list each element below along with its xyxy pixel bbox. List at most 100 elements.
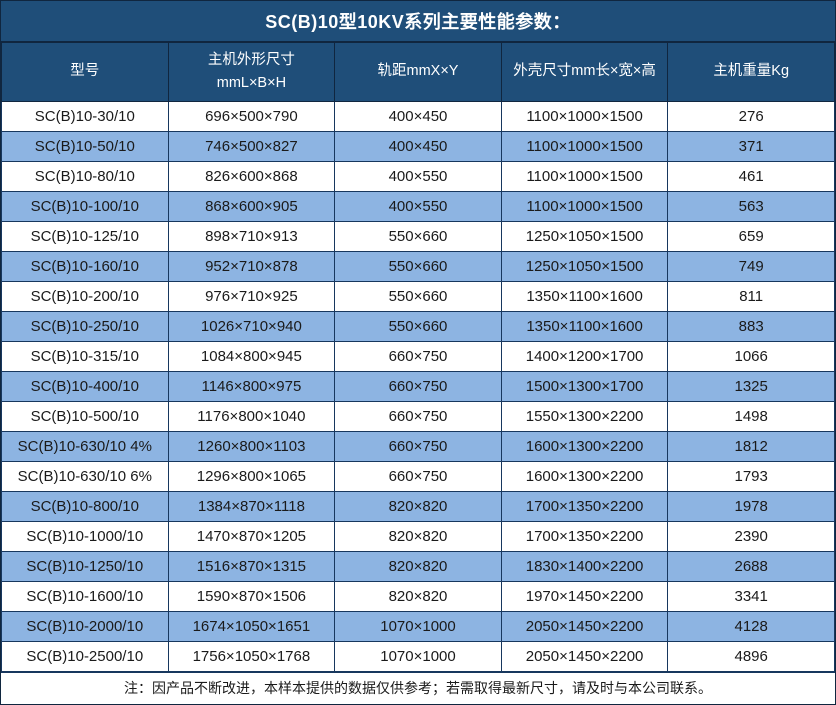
table-row: SC(B)10-200/10 976×710×925 550×660 1350×…	[2, 281, 835, 311]
gauge-cell: 820×820	[335, 581, 502, 611]
table-row: SC(B)10-1250/10 1516×870×1315 820×820 18…	[2, 551, 835, 581]
gauge-cell: 550×660	[335, 311, 502, 341]
weight-cell: 1978	[668, 491, 835, 521]
model-cell: SC(B)10-500/10	[2, 401, 169, 431]
column-header-weight: 主机重量Kg	[668, 43, 835, 101]
weight-cell: 3341	[668, 581, 835, 611]
weight-cell: 1325	[668, 371, 835, 401]
model-cell: SC(B)10-400/10	[2, 371, 169, 401]
column-header-gauge: 轨距mmX×Y	[335, 43, 502, 101]
gauge-cell: 660×750	[335, 431, 502, 461]
weight-cell: 811	[668, 281, 835, 311]
table-row: SC(B)10-630/10 6% 1296×800×1065 660×750 …	[2, 461, 835, 491]
footer-note: 注：因产品不断改进，本样本提供的数据仅供参考；若需取得最新尺寸，请及时与本公司联…	[1, 672, 835, 705]
weight-cell: 659	[668, 221, 835, 251]
dimensions-cell: 1296×800×1065	[168, 461, 335, 491]
model-cell: SC(B)10-2500/10	[2, 641, 169, 671]
dimensions-cell: 952×710×878	[168, 251, 335, 281]
model-cell: SC(B)10-1000/10	[2, 521, 169, 551]
model-cell: SC(B)10-125/10	[2, 221, 169, 251]
model-cell: SC(B)10-30/10	[2, 101, 169, 131]
gauge-cell: 550×660	[335, 251, 502, 281]
model-cell: SC(B)10-800/10	[2, 491, 169, 521]
dimensions-cell: 1176×800×1040	[168, 401, 335, 431]
shell-cell: 1100×1000×1500	[501, 161, 668, 191]
page-title: SC(B)10型10KV系列主要性能参数：	[1, 1, 835, 43]
dimensions-cell: 1146×800×975	[168, 371, 335, 401]
model-cell: SC(B)10-250/10	[2, 311, 169, 341]
model-cell: SC(B)10-630/10 4%	[2, 431, 169, 461]
table-row: SC(B)10-315/10 1084×800×945 660×750 1400…	[2, 341, 835, 371]
weight-cell: 1066	[668, 341, 835, 371]
table-row: SC(B)10-100/10 868×600×905 400×550 1100×…	[2, 191, 835, 221]
table-row: SC(B)10-1600/10 1590×870×1506 820×820 19…	[2, 581, 835, 611]
dimensions-cell: 1756×1050×1768	[168, 641, 335, 671]
shell-cell: 1250×1050×1500	[501, 251, 668, 281]
column-header-dimensions-label: 主机外形尺寸	[169, 49, 335, 72]
shell-cell: 1400×1200×1700	[501, 341, 668, 371]
gauge-cell: 1070×1000	[335, 611, 502, 641]
dimensions-cell: 1084×800×945	[168, 341, 335, 371]
shell-cell: 1600×1300×2200	[501, 461, 668, 491]
shell-cell: 1250×1050×1500	[501, 221, 668, 251]
spec-sheet: SC(B)10型10KV系列主要性能参数： 型号 主机外形尺寸 mmL×B×H …	[0, 0, 836, 705]
column-header-weight-label: 主机重量Kg	[713, 63, 789, 79]
column-header-shell: 外壳尺寸mm长×宽×高	[501, 43, 668, 101]
dimensions-cell: 868×600×905	[168, 191, 335, 221]
table-row: SC(B)10-800/10 1384×870×1118 820×820 170…	[2, 491, 835, 521]
model-cell: SC(B)10-2000/10	[2, 611, 169, 641]
shell-cell: 2050×1450×2200	[501, 611, 668, 641]
column-header-model-label: 型号	[70, 63, 99, 79]
dimensions-cell: 1470×870×1205	[168, 521, 335, 551]
dimensions-cell: 1674×1050×1651	[168, 611, 335, 641]
gauge-cell: 820×820	[335, 551, 502, 581]
gauge-cell: 400×550	[335, 191, 502, 221]
dimensions-cell: 826×600×868	[168, 161, 335, 191]
dimensions-cell: 1590×870×1506	[168, 581, 335, 611]
dimensions-cell: 1260×800×1103	[168, 431, 335, 461]
column-header-shell-label: 外壳尺寸mm长×宽×高	[513, 63, 656, 79]
weight-cell: 461	[668, 161, 835, 191]
shell-cell: 1700×1350×2200	[501, 491, 668, 521]
table-row: SC(B)10-500/10 1176×800×1040 660×750 155…	[2, 401, 835, 431]
gauge-cell: 550×660	[335, 221, 502, 251]
table-row: SC(B)10-1000/10 1470×870×1205 820×820 17…	[2, 521, 835, 551]
dimensions-cell: 1026×710×940	[168, 311, 335, 341]
table-row: SC(B)10-160/10 952×710×878 550×660 1250×…	[2, 251, 835, 281]
column-header-dimensions-unit: mmL×B×H	[169, 72, 335, 95]
column-header-gauge-label: 轨距mmX×Y	[378, 63, 459, 79]
gauge-cell: 820×820	[335, 521, 502, 551]
weight-cell: 883	[668, 311, 835, 341]
shell-cell: 1550×1300×2200	[501, 401, 668, 431]
shell-cell: 1100×1000×1500	[501, 191, 668, 221]
weight-cell: 749	[668, 251, 835, 281]
weight-cell: 1793	[668, 461, 835, 491]
dimensions-cell: 1384×870×1118	[168, 491, 335, 521]
weight-cell: 4896	[668, 641, 835, 671]
weight-cell: 371	[668, 131, 835, 161]
model-cell: SC(B)10-1250/10	[2, 551, 169, 581]
shell-cell: 1500×1300×1700	[501, 371, 668, 401]
dimensions-cell: 696×500×790	[168, 101, 335, 131]
gauge-cell: 660×750	[335, 371, 502, 401]
shell-cell: 1970×1450×2200	[501, 581, 668, 611]
shell-cell: 1350×1100×1600	[501, 281, 668, 311]
dimensions-cell: 746×500×827	[168, 131, 335, 161]
table-row: SC(B)10-630/10 4% 1260×800×1103 660×750 …	[2, 431, 835, 461]
table-row: SC(B)10-400/10 1146×800×975 660×750 1500…	[2, 371, 835, 401]
gauge-cell: 400×450	[335, 131, 502, 161]
shell-cell: 1600×1300×2200	[501, 431, 668, 461]
table-row: SC(B)10-80/10 826×600×868 400×550 1100×1…	[2, 161, 835, 191]
column-header-dimensions: 主机外形尺寸 mmL×B×H	[168, 43, 335, 101]
weight-cell: 2688	[668, 551, 835, 581]
model-cell: SC(B)10-80/10	[2, 161, 169, 191]
dimensions-cell: 898×710×913	[168, 221, 335, 251]
weight-cell: 1498	[668, 401, 835, 431]
weight-cell: 276	[668, 101, 835, 131]
table-row: SC(B)10-2500/10 1756×1050×1768 1070×1000…	[2, 641, 835, 671]
model-cell: SC(B)10-100/10	[2, 191, 169, 221]
shell-cell: 1350×1100×1600	[501, 311, 668, 341]
shell-cell: 2050×1450×2200	[501, 641, 668, 671]
model-cell: SC(B)10-160/10	[2, 251, 169, 281]
gauge-cell: 400×550	[335, 161, 502, 191]
